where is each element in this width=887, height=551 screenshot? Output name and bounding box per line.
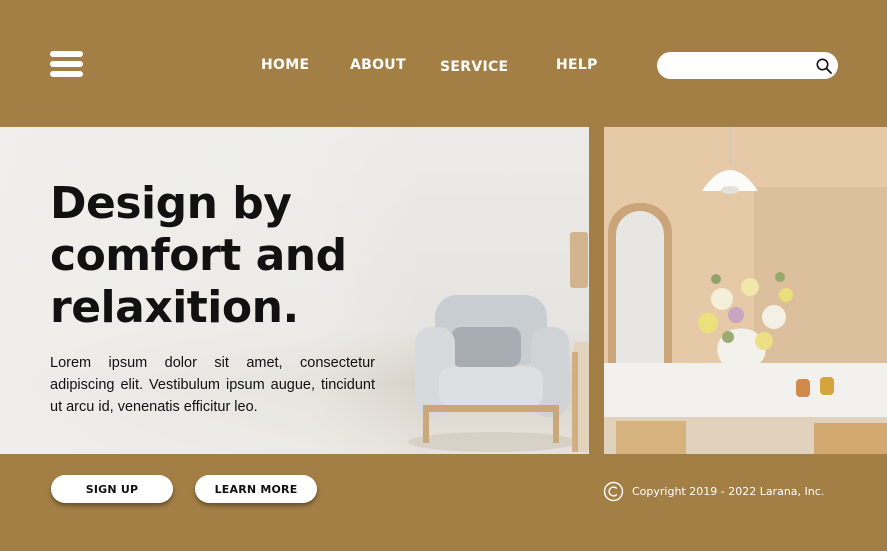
search-icon[interactable] — [815, 57, 833, 75]
sign-up-button[interactable]: SIGN UP — [51, 475, 173, 503]
hero-title-line: Design by — [50, 178, 292, 229]
hero-description: Lorem ipsum dolor sit amet, consectetur … — [50, 355, 375, 415]
nav-home[interactable]: HOME — [261, 57, 309, 73]
hero-image-dining-room — [604, 127, 887, 454]
dining-room-illustration — [604, 127, 887, 454]
copyright-text: Copyright 2019 - 2022 Larana, Inc. — [632, 485, 825, 498]
search-bar[interactable] — [657, 52, 838, 79]
menu-bar — [50, 51, 83, 57]
menu-bar — [50, 61, 83, 67]
hero-title-line: relaxition. — [50, 282, 299, 333]
learn-more-button[interactable]: LEARN MORE — [195, 475, 317, 503]
hamburger-menu-icon[interactable] — [50, 51, 83, 77]
menu-bar — [50, 71, 83, 77]
nav-service[interactable]: SERVICE — [440, 59, 508, 75]
armchair-illustration — [408, 295, 575, 452]
search-input[interactable] — [669, 56, 809, 75]
hero-title-line: comfort and — [50, 230, 347, 281]
copyright-icon — [603, 481, 624, 502]
shelf-illustration — [570, 232, 589, 452]
hero-title: Design by comfort and relaxition. — [50, 178, 410, 334]
nav-about[interactable]: ABOUT — [350, 57, 406, 73]
nav-help[interactable]: HELP — [556, 57, 598, 73]
